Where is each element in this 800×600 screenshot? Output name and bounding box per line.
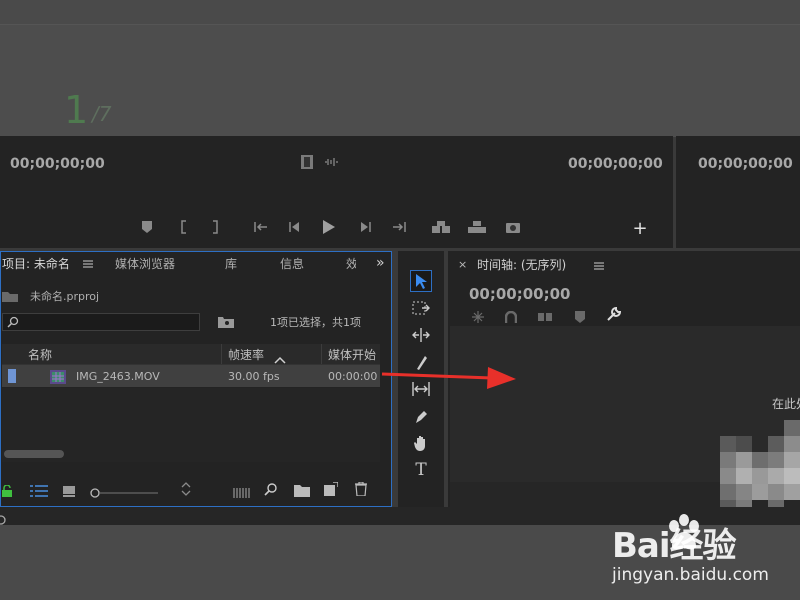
play-icon[interactable]: [320, 218, 338, 236]
icon-view-icon[interactable]: [62, 482, 76, 497]
overflow-chevron-icon[interactable]: »: [376, 255, 385, 271]
pixelated-region: [720, 420, 800, 510]
new-item-icon[interactable]: [324, 481, 339, 496]
lock-icon[interactable]: [2, 482, 14, 497]
automate-to-sequence-icon[interactable]: [233, 483, 251, 498]
selection-status: 1项已选择，共1项: [270, 316, 361, 329]
column-divider: [321, 344, 322, 364]
column-media-start[interactable]: 媒体开始: [328, 346, 380, 363]
column-divider: [221, 344, 222, 364]
tab-info[interactable]: 信息: [280, 255, 304, 272]
audio-waveform-icon[interactable]: [324, 155, 340, 169]
folder-up-icon[interactable]: [2, 289, 18, 303]
clip-frame-rate: 30.00 fps: [228, 370, 280, 383]
wrench-icon[interactable]: [606, 306, 622, 322]
timeline-timecode[interactable]: 00;00;00;00: [469, 285, 571, 303]
step-number: 1: [64, 88, 89, 132]
linked-selection-icon[interactable]: [538, 308, 552, 321]
go-to-in-icon[interactable]: [252, 218, 270, 236]
source-timecode-left: 00;00;00;00: [10, 156, 105, 172]
source-timecode-right: 00;00;00;00: [568, 156, 663, 172]
selection-tool-icon[interactable]: [410, 270, 432, 292]
clip-media-start: 00:00:00:0: [328, 370, 378, 383]
sort-ascending-icon[interactable]: [274, 349, 286, 364]
column-name[interactable]: 名称: [28, 346, 52, 363]
find-icon[interactable]: [264, 481, 278, 496]
list-view-icon[interactable]: [30, 482, 48, 497]
new-bin-icon[interactable]: [294, 482, 310, 497]
pen-tool-icon[interactable]: [410, 405, 432, 427]
tab-project[interactable]: 项目: 未命名: [2, 255, 70, 272]
annotation-arrow: [381, 367, 516, 389]
step-total: /7: [92, 102, 112, 126]
timeline-menu-icon[interactable]: [593, 260, 605, 272]
search-input[interactable]: [2, 313, 200, 331]
snap-magnet-icon[interactable]: [504, 308, 518, 323]
add-marker-icon[interactable]: [575, 308, 585, 323]
zoom-slider[interactable]: [90, 483, 160, 498]
label-color-swatch[interactable]: [8, 369, 16, 383]
sort-icons-icon[interactable]: [181, 481, 191, 496]
column-frame-rate[interactable]: 帧速率: [228, 346, 264, 363]
tab-media-browser[interactable]: 媒体浏览器: [115, 255, 175, 272]
video-clip-icon: [50, 369, 66, 384]
step-back-icon[interactable]: [286, 218, 304, 236]
step-forward-icon[interactable]: [356, 218, 374, 236]
type-tool-icon[interactable]: T: [410, 459, 432, 481]
column-header: [2, 344, 380, 365]
status-indicator-icon: [0, 510, 6, 525]
add-button-icon[interactable]: +: [632, 218, 648, 239]
drop-hint: 在此处: [772, 397, 800, 411]
clip-name[interactable]: IMG_2463.MOV: [76, 370, 160, 383]
panel-menu-icon[interactable]: [82, 258, 94, 270]
tab-timeline[interactable]: 时间轴: (无序列): [477, 256, 566, 273]
tab-libraries[interactable]: 库: [225, 255, 237, 272]
close-icon[interactable]: ×: [458, 258, 467, 271]
track-select-tool-icon[interactable]: [410, 297, 432, 319]
step-overlay: [0, 24, 800, 137]
ripple-edit-tool-icon[interactable]: [410, 324, 432, 346]
program-timecode: 00;00;00;00: [698, 156, 793, 172]
watermark-logo: Bai经验: [612, 526, 737, 566]
program-monitor: [676, 136, 800, 248]
overwrite-icon[interactable]: [468, 218, 486, 236]
project-filename: 未命名.prproj: [30, 290, 100, 303]
tab-effects[interactable]: 效: [346, 255, 356, 272]
marker-icon[interactable]: [138, 218, 156, 236]
hand-tool-icon[interactable]: [410, 432, 432, 454]
insert-icon[interactable]: [432, 218, 450, 236]
mark-out-icon[interactable]: [206, 218, 224, 236]
nest-icon[interactable]: [472, 308, 484, 323]
mark-in-icon[interactable]: [175, 218, 193, 236]
find-bin-icon[interactable]: [218, 315, 234, 329]
go-to-out-icon[interactable]: [390, 218, 408, 236]
camera-icon[interactable]: [504, 218, 522, 236]
watermark-url: jingyan.baidu.com: [612, 565, 769, 585]
trash-icon[interactable]: [354, 481, 368, 497]
search-icon: [6, 315, 20, 329]
horizontal-scrollbar[interactable]: [4, 450, 64, 458]
film-icon[interactable]: [300, 155, 314, 169]
